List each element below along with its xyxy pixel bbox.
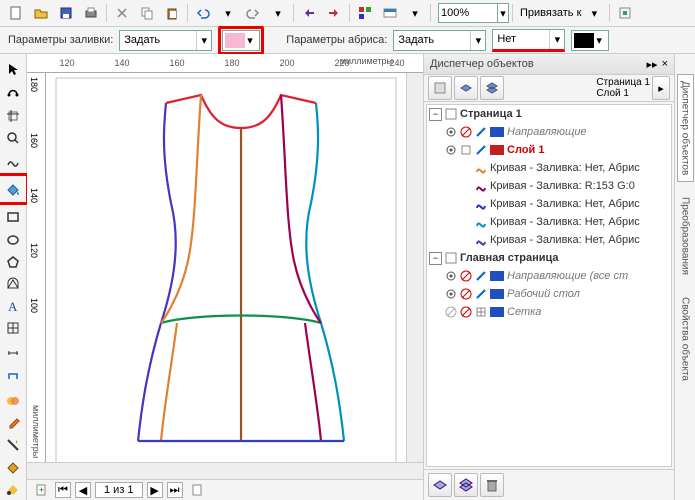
connector-tool[interactable] <box>1 365 25 386</box>
page-first[interactable]: ⏮ <box>55 482 71 498</box>
copy-button[interactable] <box>135 1 159 25</box>
page-info: 1 из 1 <box>95 482 143 498</box>
canvas-area: миллиметры 120140160180200220240 180 160… <box>27 54 423 500</box>
blend-tool[interactable] <box>1 391 25 412</box>
open-button[interactable] <box>29 1 53 25</box>
ellipse-tool[interactable] <box>1 229 25 250</box>
polygon-tool[interactable] <box>1 251 25 272</box>
options-button[interactable] <box>613 1 637 25</box>
side-tabs: Диспетчер объектов Преобразования Свойст… <box>674 54 695 500</box>
docker-close-icon[interactable]: × <box>662 58 668 71</box>
save-button[interactable] <box>54 1 78 25</box>
scrollbar-v[interactable] <box>406 73 423 462</box>
page-last[interactable]: ⏭ <box>167 482 183 498</box>
object-manager-docker: Диспетчер объектов ▸▸ × Страница 1 Слой … <box>423 54 674 500</box>
show-props-icon[interactable] <box>428 76 452 100</box>
pick-tool[interactable] <box>1 58 25 79</box>
toolbox: A <box>0 54 27 500</box>
docker-bottom <box>424 469 674 500</box>
ruler-horizontal: миллиметры 120140160180200220240 <box>27 54 423 73</box>
new-button[interactable] <box>4 1 28 25</box>
fill-swatch[interactable]: ▾ <box>222 30 260 51</box>
undo-dd[interactable]: ▾ <box>216 1 240 25</box>
app-launch-icon[interactable] <box>353 1 377 25</box>
docker-page-label: Страница 1 <box>596 77 650 88</box>
scrollbar-h[interactable] <box>27 462 423 479</box>
table-tool[interactable] <box>1 317 25 338</box>
layer-manager-icon[interactable] <box>480 76 504 100</box>
shape-tool[interactable] <box>1 80 25 101</box>
cut-button[interactable] <box>110 1 134 25</box>
page-add2-icon[interactable] <box>187 481 205 499</box>
drawing <box>46 73 406 462</box>
canvas[interactable] <box>46 73 406 462</box>
side-tab-transforms[interactable]: Преобразования <box>677 190 694 282</box>
page-next[interactable]: ▶ <box>147 482 163 498</box>
fill-params-label: Параметры заливки: <box>8 34 113 46</box>
text-tool[interactable]: A <box>1 295 25 316</box>
freehand-tool[interactable] <box>1 150 25 171</box>
snap-dd[interactable]: ▾ <box>582 1 606 25</box>
paste-button[interactable] <box>160 1 184 25</box>
basic-shapes-tool[interactable] <box>1 273 25 294</box>
zoom-dd[interactable]: ▾ <box>498 3 509 23</box>
object-tree[interactable]: −Страница 1 Направляющие Слой 1 Кривая -… <box>426 104 672 467</box>
outline-tool[interactable] <box>1 435 25 456</box>
eyedropper-tool[interactable] <box>1 413 25 434</box>
welcome-icon[interactable] <box>378 1 402 25</box>
svg-text:+: + <box>39 485 44 495</box>
edit-layers-icon[interactable] <box>454 76 478 100</box>
outline-select[interactable]: Задать▾ <box>393 30 486 51</box>
docker-layer-label: Слой 1 <box>596 88 650 99</box>
export-button[interactable] <box>322 1 346 25</box>
side-tab-object-manager[interactable]: Диспетчер объектов <box>677 74 694 182</box>
docker-title: Диспетчер объектов ▸▸ × <box>424 54 674 75</box>
zoom-tool[interactable] <box>1 128 25 149</box>
delete-layer-icon[interactable] <box>480 473 504 497</box>
new-layer-icon[interactable] <box>428 473 452 497</box>
import-button[interactable] <box>297 1 321 25</box>
fill-select[interactable]: Задать▾ <box>119 30 212 51</box>
snap-label: Привязать к <box>520 7 581 19</box>
outline-params-label: Параметры абриса: <box>286 34 387 46</box>
svg-text:A: A <box>8 299 18 313</box>
docker-menu-icon[interactable]: ▸▸ <box>647 58 658 71</box>
new-master-layer-icon[interactable] <box>454 473 478 497</box>
smart-fill-tool[interactable] <box>1 177 25 201</box>
docker-flyout-icon[interactable]: ▸ <box>652 76 670 100</box>
redo-dd[interactable]: ▾ <box>266 1 290 25</box>
crop-tool[interactable] <box>1 106 25 127</box>
fill-tool[interactable] <box>1 457 25 478</box>
main-toolbar: ▾ ▾ ▾ ▾ Привязать к ▾ <box>0 0 695 27</box>
outline-swatch[interactable]: ▾ <box>571 30 609 51</box>
side-tab-object-props[interactable]: Свойства объекта <box>677 290 694 388</box>
outline-width-select[interactable]: Нет▾ <box>492 29 565 52</box>
docker-toolbar: Страница 1 Слой 1 ▸ <box>424 75 674 102</box>
property-bar: Параметры заливки: Задать▾ ▾ Параметры а… <box>0 27 695 54</box>
dimension-tool[interactable] <box>1 343 25 364</box>
zoom-input[interactable] <box>438 3 498 23</box>
undo-button[interactable] <box>191 1 215 25</box>
page-add-icon[interactable]: + <box>33 481 51 499</box>
redo-button[interactable] <box>241 1 265 25</box>
rectangle-tool[interactable] <box>1 207 25 228</box>
print-button[interactable] <box>79 1 103 25</box>
status-bar: + ⏮ ◀ 1 из 1 ▶ ⏭ <box>27 479 423 500</box>
ruler-vertical: 180 160 140 120 100 миллиметры <box>27 73 46 462</box>
welcome-dd[interactable]: ▾ <box>403 1 427 25</box>
interactive-fill-tool[interactable] <box>1 479 25 500</box>
page-prev[interactable]: ◀ <box>75 482 91 498</box>
